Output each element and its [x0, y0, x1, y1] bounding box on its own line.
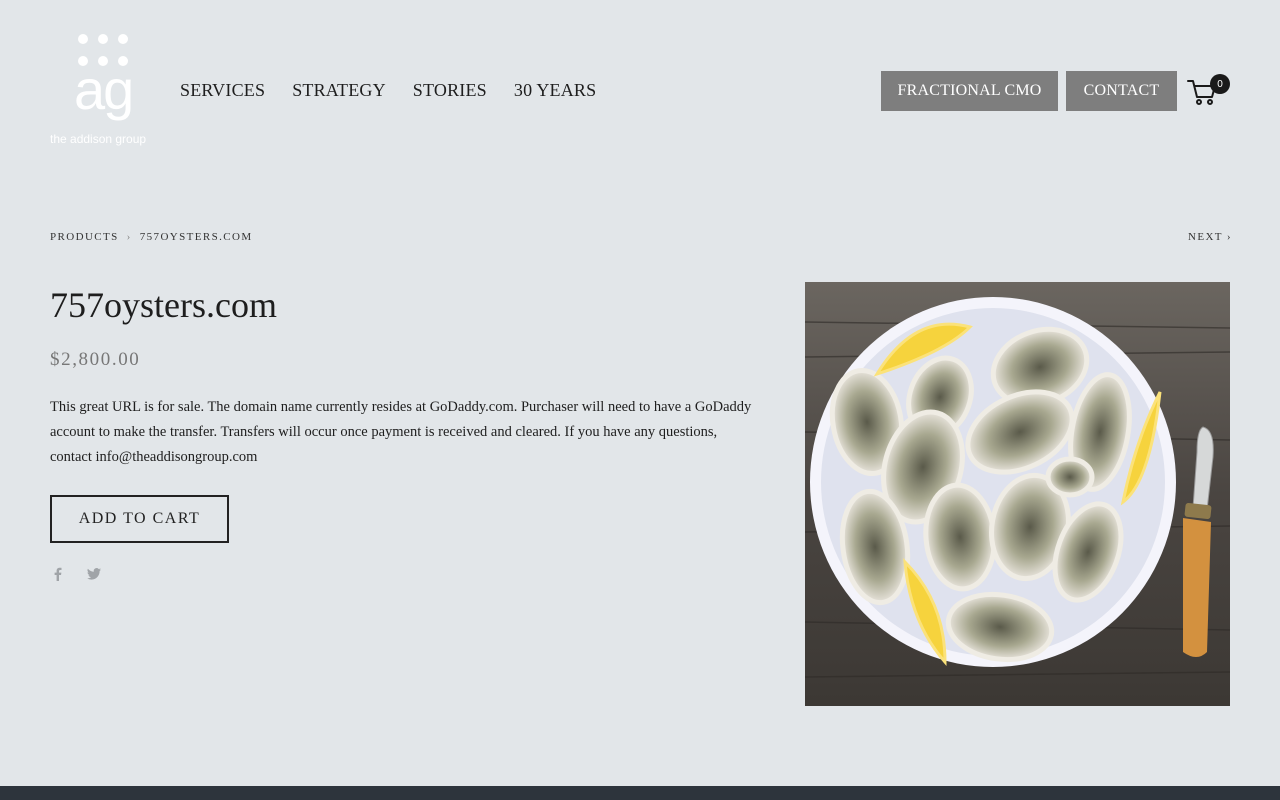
- footer-bar: [0, 786, 1280, 800]
- fractional-cmo-button[interactable]: FRACTIONAL CMO: [881, 71, 1058, 111]
- nav-item-30-years[interactable]: 30 YEARS: [514, 80, 596, 101]
- nav-item-services[interactable]: SERVICES: [180, 80, 265, 101]
- main-nav: SERVICES STRATEGY STORIES 30 YEARS: [180, 80, 596, 101]
- logo-wordmark: ag: [74, 58, 134, 121]
- product-title: 757oysters.com: [50, 285, 277, 325]
- cart-count-badge: 0: [1210, 74, 1230, 94]
- social-share: [50, 566, 102, 582]
- contact-button[interactable]: CONTACT: [1066, 71, 1177, 111]
- add-to-cart-button[interactable]: ADD TO CART: [50, 495, 229, 543]
- breadcrumb: PRODUCTS › 757OYSTERS.COM: [50, 231, 253, 243]
- product-image[interactable]: [805, 282, 1230, 706]
- breadcrumb-separator: ›: [126, 231, 132, 243]
- next-product-link[interactable]: NEXT ›: [1188, 231, 1232, 243]
- facebook-icon[interactable]: [50, 566, 66, 582]
- brand-logo[interactable]: ag the addison group: [50, 34, 174, 150]
- breadcrumb-products[interactable]: PRODUCTS: [50, 231, 119, 243]
- product-price: $2,800.00: [50, 349, 141, 370]
- product-description: This great URL is for sale. The domain n…: [50, 399, 752, 465]
- nav-item-strategy[interactable]: STRATEGY: [292, 80, 386, 101]
- twitter-icon[interactable]: [86, 566, 102, 582]
- nav-item-stories[interactable]: STORIES: [413, 80, 487, 101]
- logo-tagline: the addison group: [50, 132, 147, 146]
- cart-button[interactable]: 0: [1186, 74, 1232, 106]
- breadcrumb-current: 757OYSTERS.COM: [139, 231, 253, 243]
